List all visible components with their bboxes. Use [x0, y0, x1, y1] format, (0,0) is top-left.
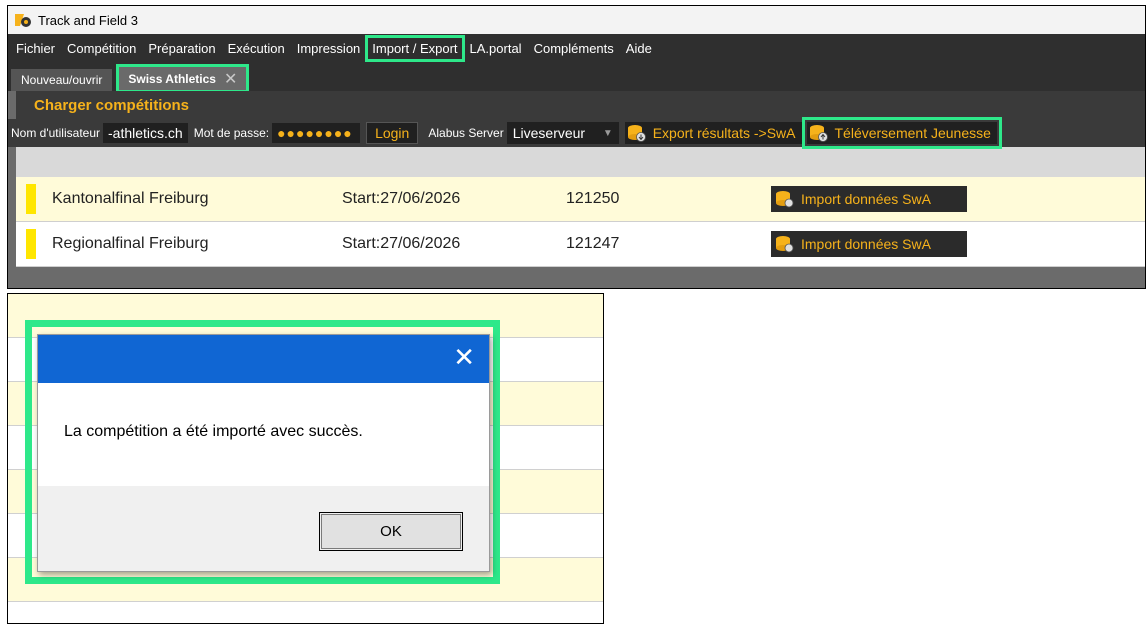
password-field[interactable]: ●●●●●●●●: [272, 123, 361, 143]
tab-swiss-athletics[interactable]: Swiss Athletics ✕: [116, 64, 250, 93]
competition-start: Start:27/06/2026: [342, 235, 461, 252]
competition-name: Regionalfinal Freiburg: [52, 235, 209, 252]
close-icon[interactable]: ✕: [453, 345, 475, 371]
upload-youth-label: Téléversement Jeunesse: [834, 125, 991, 141]
import-swa-label: Import données SwA: [801, 191, 931, 207]
database-icon: [776, 191, 794, 208]
competition-id: 121250: [566, 190, 620, 207]
main-content: Charger compétitions Nom d'utilisateur -…: [8, 91, 1145, 288]
app-window: Track and Field 3 Fichier Compétition Pr…: [7, 5, 1146, 289]
import-swa-label: Import données SwA: [801, 236, 931, 252]
menu-complements[interactable]: Compléments: [529, 37, 619, 60]
database-export-icon: [627, 125, 646, 142]
tab-bar: Nouveau/ouvrir Swiss Athletics ✕: [8, 63, 1145, 93]
menu-execution[interactable]: Exécution: [223, 37, 290, 60]
dialog-footer: OK: [38, 486, 489, 571]
server-select[interactable]: Liveserveur ▼: [506, 122, 619, 144]
competition-name: Kantonalfinal Freiburg: [52, 190, 209, 207]
menu-competition[interactable]: Compétition: [62, 37, 141, 60]
dialog-titlebar: ✕: [38, 335, 489, 383]
table-header-spacer: [16, 147, 1145, 177]
window-title: Track and Field 3: [38, 12, 138, 28]
dialog-message: La compétition a été importé avec succès…: [64, 423, 363, 440]
database-icon: [776, 236, 794, 253]
menu-laportal[interactable]: LA.portal: [465, 37, 527, 60]
password-label: Mot de passe:: [193, 126, 270, 140]
message-dialog: ✕ La compétition a été importé avec succ…: [37, 334, 490, 572]
table-row[interactable]: Kantonalfinal Freiburg Start:27/06/2026 …: [16, 177, 1145, 222]
ok-button[interactable]: OK: [319, 512, 463, 551]
menu-import-export[interactable]: Import / Export: [365, 35, 465, 62]
server-label: Alabus Server: [428, 126, 504, 140]
import-swa-button[interactable]: Import données SwA: [771, 186, 967, 212]
tab-nouveau-ouvrir[interactable]: Nouveau/ouvrir: [11, 69, 113, 91]
chevron-down-icon: ▼: [602, 127, 613, 139]
username-label: Nom d'utilisateur: [11, 126, 100, 140]
panel-header: Charger compétitions: [16, 91, 1145, 119]
menu-preparation[interactable]: Préparation: [143, 37, 220, 60]
tab-label: Swiss Athletics: [128, 71, 216, 86]
tab-label: Nouveau/ouvrir: [21, 73, 103, 87]
competition-start: Start:27/06/2026: [342, 190, 461, 207]
background-row: [8, 602, 603, 623]
menu-aide[interactable]: Aide: [621, 37, 657, 60]
menu-fichier[interactable]: Fichier: [11, 37, 60, 60]
export-results-button[interactable]: Export résultats ->SwA: [624, 122, 802, 144]
upload-youth-button[interactable]: Téléversement Jeunesse: [801, 117, 1002, 149]
table-row[interactable]: Regionalfinal Freiburg Start:27/06/2026 …: [16, 222, 1145, 267]
username-field[interactable]: -athletics.ch: [103, 123, 188, 143]
dialog-screenshot: ✕ La compétition a été importé avec succ…: [7, 293, 604, 624]
database-upload-icon: [809, 125, 828, 142]
login-button[interactable]: Login: [366, 122, 419, 144]
menu-impression[interactable]: Impression: [292, 37, 366, 60]
import-swa-button[interactable]: Import données SwA: [771, 231, 967, 257]
row-marker: [26, 184, 36, 214]
competition-id: 121247: [566, 235, 620, 252]
export-results-label: Export résultats ->SwA: [652, 125, 796, 141]
login-toolbar: Nom d'utilisateur -athletics.ch Mot de p…: [8, 117, 1145, 149]
menu-bar: Fichier Compétition Préparation Exécutio…: [8, 34, 1145, 63]
close-icon[interactable]: ✕: [224, 69, 237, 89]
server-select-value: Liveserveur: [512, 125, 586, 141]
row-marker: [26, 229, 36, 259]
title-bar: Track and Field 3: [8, 6, 1145, 34]
app-logo-icon: [15, 14, 31, 27]
